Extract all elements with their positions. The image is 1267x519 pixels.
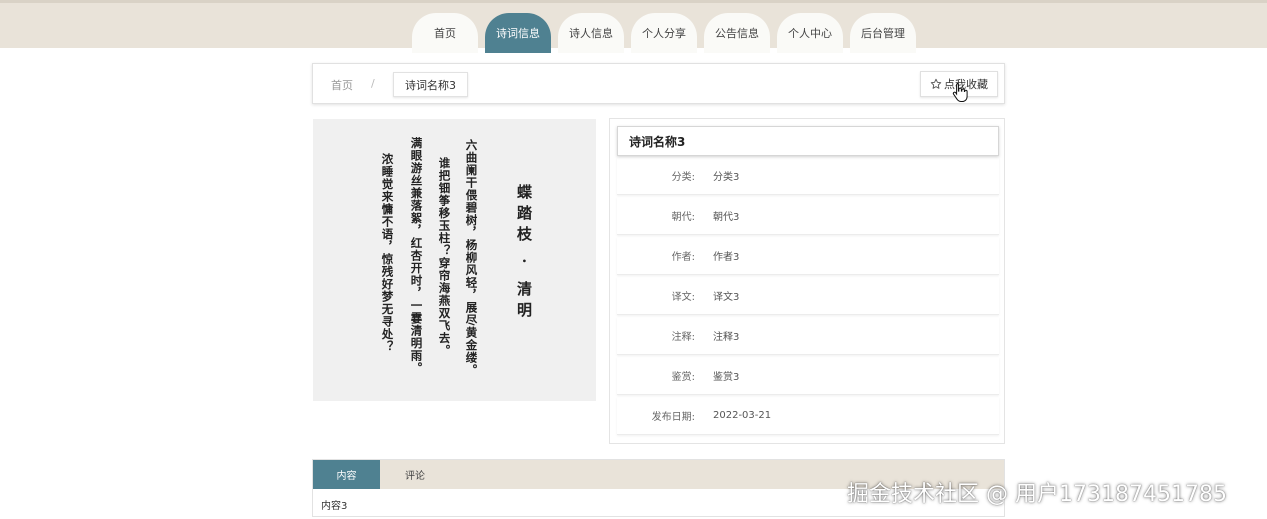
detail-row-author: 作者: 作者3 xyxy=(617,237,999,275)
nav-item-admin[interactable]: 后台管理 xyxy=(850,13,916,53)
poem-image: 蝶踏枝 · 清明 六曲阑干偎碧树，杨柳风轻，展尽黄金缕。 谁把钿筝移玉柱？穿帘海… xyxy=(313,119,596,401)
breadcrumb-home-link[interactable]: 首页 xyxy=(331,77,353,93)
breadcrumb-current: 诗词名称3 xyxy=(393,72,468,97)
detail-value: 2022-03-21 xyxy=(713,410,772,421)
nav-item-notices[interactable]: 公告信息 xyxy=(704,13,770,53)
nav-item-poems[interactable]: 诗词信息 xyxy=(485,13,551,53)
detail-row-appreciation: 鉴赏: 鉴赏3 xyxy=(617,357,999,395)
detail-label: 作者: xyxy=(671,252,695,263)
tab-content[interactable]: 内容 xyxy=(313,460,380,489)
detail-value: 译文3 xyxy=(713,292,740,303)
poem-detail-panel: 诗词名称3 分类: 分类3 朝代: 朝代3 作者: 作者3 译文: 译文3 注释… xyxy=(609,118,1005,444)
detail-label: 译文: xyxy=(671,292,695,303)
detail-label: 注释: xyxy=(671,332,695,343)
tab-comments[interactable]: 评论 xyxy=(380,460,450,489)
detail-row-dynasty: 朝代: 朝代3 xyxy=(617,197,999,235)
poem-image-line: 浓睡觉来慵不语，惊残好梦无寻处？ xyxy=(380,153,395,353)
hand-pointer-icon xyxy=(952,83,968,102)
breadcrumb: 首页 / 诗词名称3 点我收藏 xyxy=(312,63,1005,104)
main-nav: 首页 诗词信息 诗人信息 个人分享 公告信息 个人中心 后台管理 xyxy=(412,13,916,53)
detail-row-notes: 注释: 注释3 xyxy=(617,317,999,355)
detail-row-publish-date: 发布日期: 2022-03-21 xyxy=(617,397,999,435)
detail-value: 注释3 xyxy=(713,332,740,343)
detail-value: 作者3 xyxy=(713,252,740,263)
detail-label: 鉴赏: xyxy=(671,372,695,383)
tab-content-text: 内容3 xyxy=(321,501,348,512)
detail-value: 鉴赏3 xyxy=(713,372,740,383)
poem-image-line: 六曲阑干偎碧树，杨柳风轻，展尽黄金缕。 xyxy=(464,139,479,377)
breadcrumb-separator: / xyxy=(371,77,375,90)
nav-item-home[interactable]: 首页 xyxy=(412,13,478,53)
nav-item-shares[interactable]: 个人分享 xyxy=(631,13,697,53)
detail-row-category: 分类: 分类3 xyxy=(617,157,999,195)
watermark: 掘金技术社区 @ 用户173187451785 xyxy=(847,482,1227,507)
detail-value: 朝代3 xyxy=(713,212,740,223)
poem-title: 诗词名称3 xyxy=(617,126,999,156)
top-nav-bar: 首页 诗词信息 诗人信息 个人分享 公告信息 个人中心 后台管理 xyxy=(0,0,1267,53)
detail-value: 分类3 xyxy=(713,172,740,183)
poem-image-title: 蝶踏枝 · 清明 xyxy=(515,184,533,323)
nav-item-profile[interactable]: 个人中心 xyxy=(777,13,843,53)
poem-image-line: 谁把钿筝移玉柱？穿帘海燕双飞去。 xyxy=(437,157,452,357)
star-outline-icon xyxy=(930,78,942,89)
nav-item-poets[interactable]: 诗人信息 xyxy=(558,13,624,53)
detail-label: 发布日期: xyxy=(651,412,695,423)
detail-label: 朝代: xyxy=(671,212,695,223)
detail-row-translation: 译文: 译文3 xyxy=(617,277,999,315)
detail-label: 分类: xyxy=(671,172,695,183)
poem-image-line: 满眼游丝兼落絮，红杏开时，一霎清明雨。 xyxy=(409,137,424,375)
